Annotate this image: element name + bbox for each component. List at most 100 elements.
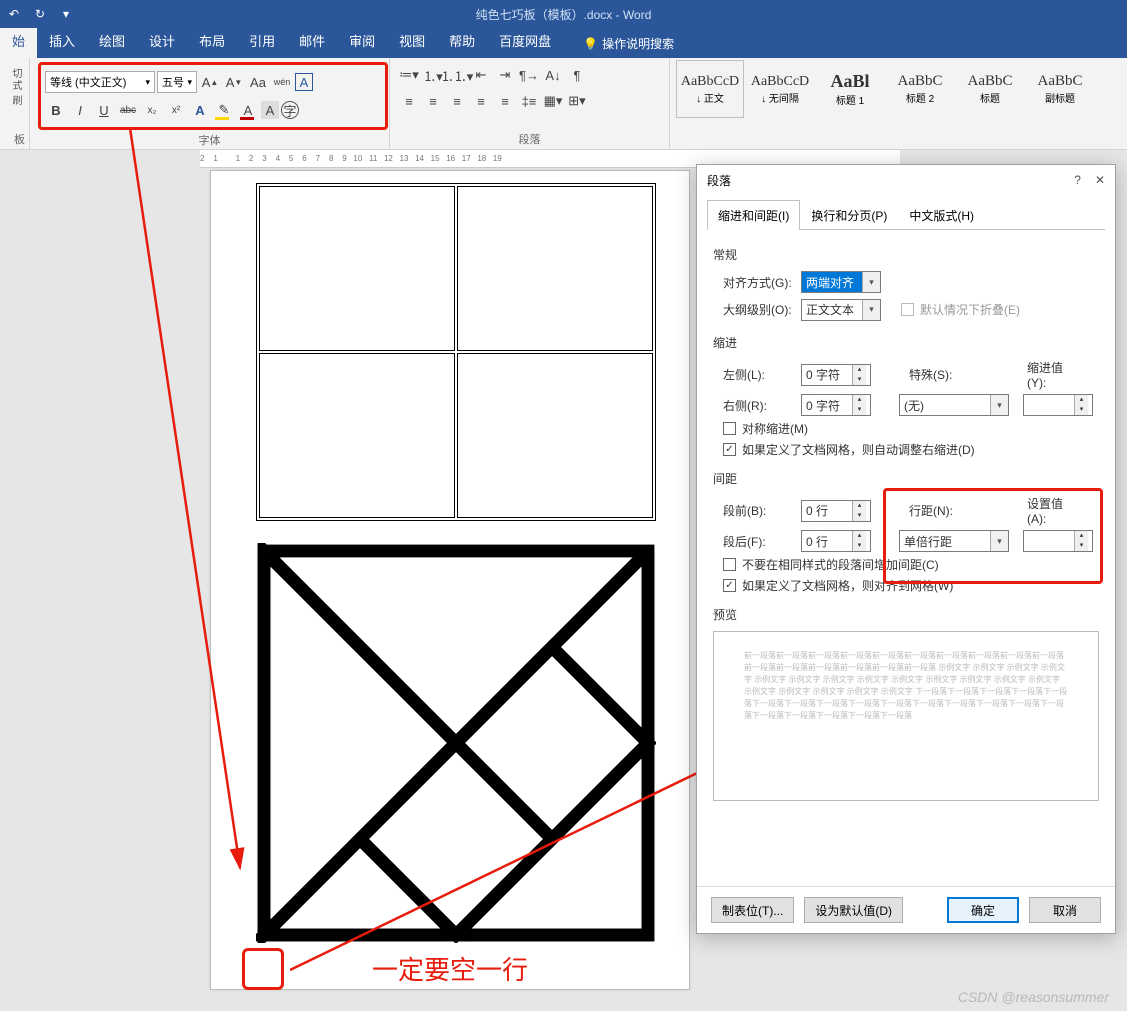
qat-dropdown[interactable]: ▾ [56,4,76,24]
strike-button[interactable]: abc [117,99,139,121]
document-title: 纯色七巧板（模板）.docx - Word [0,6,1127,23]
combo-special[interactable]: (无)▾ [899,394,1009,416]
checkbox-snapgrid[interactable]: ✓ [723,579,736,592]
style-title[interactable]: AaBbC标题 [956,60,1024,118]
multilevel-button[interactable]: ⒈⒈▾ [446,64,468,86]
group-paragraph: ≔▾ ⒈▾ ⒈⒈▾ ⇤ ⇥ ¶→ A↓ ¶ ≡ ≡ ≡ ≡ ≡ ‡≡ ▦▾ ⊞▾… [390,58,670,149]
text-effects-button[interactable]: A [189,99,211,121]
italic-button[interactable]: I [69,99,91,121]
shrink-font-button[interactable]: A▼ [223,71,245,93]
highlight-button[interactable]: ✎ [213,99,235,121]
tab-asian[interactable]: 中文版式(H) [898,200,985,230]
tab-mailings[interactable]: 邮件 [287,25,337,58]
label-collapse: 默认情况下折叠(E) [920,301,1020,318]
spinner-left-indent[interactable]: 0 字符▴▾ [801,364,871,386]
label-nospace: 不要在相同样式的段落间增加间距(C) [742,556,939,573]
dialog-titlebar: 段落 ? ✕ [697,165,1115,195]
align-left-button[interactable]: ≡ [398,90,420,112]
label-after: 段后(F): [713,533,793,550]
button-cancel[interactable]: 取消 [1029,897,1101,923]
font-color-button[interactable]: A [237,99,259,121]
tab-line-break[interactable]: 换行和分页(P) [800,200,898,230]
change-case-button[interactable]: Aa [247,71,269,93]
char-border-button[interactable]: A [295,73,313,91]
tab-design[interactable]: 设计 [137,25,187,58]
combo-linespacing[interactable]: 单倍行距▾ [899,530,1009,552]
shading-button[interactable]: ▦▾ [542,90,564,112]
spinner-after[interactable]: 0 行▴▾ [801,530,871,552]
decrease-indent-button[interactable]: ⇤ [470,64,492,86]
tab-view[interactable]: 视图 [387,25,437,58]
tab-indent-spacing[interactable]: 缩进和间距(I) [707,200,800,230]
checkbox-nospace[interactable] [723,558,736,571]
group-clipboard-title: 板 [14,129,21,147]
label-indent-value: 缩进值(Y): [1017,359,1077,390]
label-snapgrid: 如果定义了文档网格，则对齐到网格(W) [742,577,953,594]
document-table[interactable] [256,183,656,521]
tab-references[interactable]: 引用 [237,25,287,58]
font-name-combo[interactable]: 等线 (中文正文)▾ [45,71,155,93]
combo-outline[interactable]: 正文文本▾ [801,299,881,321]
bold-button[interactable]: B [45,99,67,121]
phonetic-button[interactable]: wén [271,71,293,93]
underline-button[interactable]: U [93,99,115,121]
align-center-button[interactable]: ≡ [422,90,444,112]
spinner-setvalue[interactable]: ▴▾ [1023,530,1093,552]
group-font: 等线 (中文正文)▾ 五号▾ A▲ A▼ Aa wén A B I U abc … [30,58,390,149]
style-heading1[interactable]: AaBl标题 1 [816,60,884,118]
tab-draw[interactable]: 绘图 [87,25,137,58]
repeat-button[interactable]: ↻ [30,4,50,24]
show-marks-button[interactable]: ¶ [566,64,588,86]
section-general: 常规 [713,246,1099,263]
tell-me[interactable]: 💡 操作说明搜索 [573,29,684,58]
align-right-button[interactable]: ≡ [446,90,468,112]
subscript-button[interactable]: x₂ [141,99,163,121]
combo-alignment[interactable]: 两端对齐▾ [801,271,881,293]
bullets-button[interactable]: ≔▾ [398,64,420,86]
tab-review[interactable]: 审阅 [337,25,387,58]
tab-layout[interactable]: 布局 [187,25,237,58]
close-icon[interactable]: ✕ [1095,173,1105,187]
font-size-combo[interactable]: 五号▾ [157,71,197,93]
checkbox-mirror[interactable] [723,422,736,435]
help-icon[interactable]: ? [1074,173,1081,187]
undo-button[interactable]: ↶ [4,4,24,24]
page[interactable] [210,170,690,990]
ltr-button[interactable]: ¶→ [518,64,540,86]
tab-home[interactable]: 始 [0,25,37,58]
justify-button[interactable]: ≡ [470,90,492,112]
spinner-before[interactable]: 0 行▴▾ [801,500,871,522]
style-heading2[interactable]: AaBbC标题 2 [886,60,954,118]
tangram-shape[interactable] [256,543,656,943]
button-default[interactable]: 设为默认值(D) [804,897,903,923]
dialog-tabs: 缩进和间距(I) 换行和分页(P) 中文版式(H) [707,199,1105,230]
button-tabs[interactable]: 制表位(T)... [711,897,794,923]
cursor-highlight-box [242,948,284,990]
borders-button[interactable]: ⊞▾ [566,90,588,112]
sort-button[interactable]: A↓ [542,64,564,86]
paragraph-dialog: 段落 ? ✕ 缩进和间距(I) 换行和分页(P) 中文版式(H) 常规 对齐方式… [696,164,1116,934]
style-subtitle[interactable]: AaBbC副标题 [1026,60,1094,118]
button-ok[interactable]: 确定 [947,897,1019,923]
tab-help[interactable]: 帮助 [437,25,487,58]
grow-font-button[interactable]: A▲ [199,71,221,93]
spinner-right-indent[interactable]: 0 字符▴▾ [801,394,871,416]
tab-insert[interactable]: 插入 [37,25,87,58]
spinner-indent-value[interactable]: ▴▾ [1023,394,1093,416]
style-nospacing[interactable]: AaBbCcD↓ 无间隔 [746,60,814,118]
style-normal[interactable]: AaBbCcD↓ 正文 [676,60,744,118]
increase-indent-button[interactable]: ⇥ [494,64,516,86]
distribute-button[interactable]: ≡ [494,90,516,112]
label-alignment: 对齐方式(G): [713,274,793,291]
superscript-button[interactable]: x² [165,99,187,121]
char-shading-button[interactable]: A [261,101,279,119]
format-painter-label[interactable]: 式刷 [14,82,21,102]
line-spacing-button[interactable]: ‡≡ [518,90,540,112]
tab-baidu[interactable]: 百度网盘 [487,25,563,58]
enclose-char-button[interactable]: 字 [281,101,299,119]
label-setvalue: 设置值(A): [1017,495,1077,526]
section-spacing: 间距 [713,470,1099,487]
font-highlight-box: 等线 (中文正文)▾ 五号▾ A▲ A▼ Aa wén A B I U abc … [38,62,388,130]
checkbox-autoadj[interactable]: ✓ [723,443,736,456]
section-indent: 缩进 [713,334,1099,351]
